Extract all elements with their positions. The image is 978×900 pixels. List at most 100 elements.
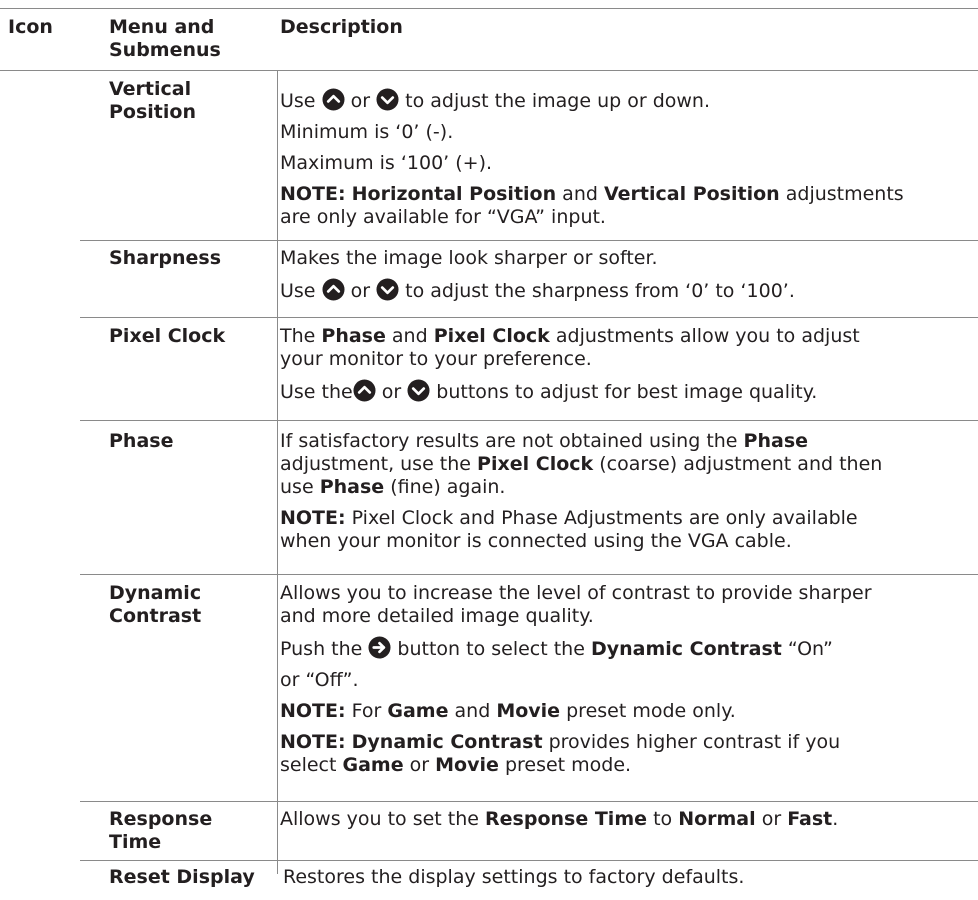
term: Phase bbox=[743, 430, 809, 452]
note-label: NOTE: bbox=[280, 700, 346, 722]
term: Phase bbox=[319, 476, 385, 498]
desc-line: Allows you to set the Response Time to N… bbox=[280, 808, 970, 831]
note-line: NOTE: Dynamic Contrast provides higher c… bbox=[280, 731, 970, 754]
note-label: NOTE: bbox=[280, 731, 346, 753]
text: use bbox=[280, 476, 314, 498]
desc-maximum: Maximum is ‘100’ (+). bbox=[280, 152, 493, 174]
header-description: Description bbox=[280, 16, 403, 38]
note-term: Horizontal Position bbox=[351, 183, 557, 205]
note-line: NOTE: For Game and Movie preset mode onl… bbox=[280, 700, 970, 723]
note-label: NOTE: bbox=[280, 507, 346, 529]
text: . bbox=[832, 808, 839, 830]
text: adjustment, use the bbox=[280, 453, 471, 475]
text-and: and bbox=[391, 325, 428, 347]
header-icon: Icon bbox=[8, 16, 53, 38]
table-header-rule bbox=[0, 70, 978, 71]
text: button to select the bbox=[397, 638, 585, 660]
note-text: adjustments bbox=[785, 183, 904, 205]
column-divider bbox=[277, 71, 278, 874]
note-text: preset mode. bbox=[504, 754, 632, 776]
desc-phase: If satisfactory results are not obtained… bbox=[280, 430, 970, 553]
table-top-rule bbox=[0, 8, 978, 9]
menu-label-line2: Position bbox=[109, 101, 196, 123]
term: Dynamic Contrast bbox=[590, 638, 782, 660]
text-use: Use bbox=[280, 280, 316, 302]
header-menu-line1: Menu and bbox=[109, 16, 215, 38]
chevron-down-circle-icon bbox=[376, 278, 399, 301]
settings-table: Icon Menu and Submenus Description Verti… bbox=[0, 0, 978, 900]
text: buttons to adjust for best image quality… bbox=[436, 381, 818, 403]
text-or: or bbox=[350, 280, 371, 302]
desc-line: The Phase and Pixel Clock adjustments al… bbox=[280, 325, 970, 348]
menu-dynamic-contrast: Dynamic Contrast bbox=[109, 582, 201, 628]
term: Fast bbox=[787, 808, 833, 830]
note-text: select bbox=[280, 754, 337, 776]
desc-line: Use or to adjust the sharpness from ‘0’ … bbox=[280, 278, 970, 303]
term: Pixel Clock bbox=[433, 325, 550, 347]
text: The bbox=[280, 325, 316, 347]
note-text: provides higher contrast if you bbox=[548, 731, 841, 753]
term: Response Time bbox=[485, 808, 648, 830]
text-and: and bbox=[454, 700, 491, 722]
text: Allows you to set the bbox=[280, 808, 479, 830]
desc-line: Restores the display settings to factory… bbox=[283, 866, 745, 888]
desc-sharpness: Makes the image look sharper or softer. … bbox=[280, 247, 970, 303]
text: “On” bbox=[787, 638, 833, 660]
text: Use the bbox=[280, 381, 353, 403]
desc-line: adjustment, use the Pixel Clock (coarse)… bbox=[280, 453, 970, 476]
desc-line: Makes the image look sharper or softer. bbox=[280, 247, 658, 269]
note-line: when your monitor is connected using the… bbox=[280, 530, 792, 552]
text-or: or bbox=[409, 754, 430, 776]
note-line: select Game or Movie preset mode. bbox=[280, 754, 970, 777]
desc-line: your monitor to your preference. bbox=[280, 348, 592, 370]
chevron-up-circle-icon bbox=[322, 278, 345, 301]
desc-pixel-clock: The Phase and Pixel Clock adjustments al… bbox=[280, 325, 970, 404]
text-or: or bbox=[381, 381, 402, 403]
note-text: Pixel Clock and Phase Adjustments are on… bbox=[351, 507, 858, 529]
desc-line: use Phase (fine) again. bbox=[280, 476, 970, 499]
desc-line: and more detailed image quality. bbox=[280, 605, 594, 627]
text: to bbox=[653, 808, 673, 830]
desc-line: Push the button to select the Dynamic Co… bbox=[280, 636, 970, 661]
menu-pixel-clock: Pixel Clock bbox=[109, 325, 226, 347]
desc-vertical-position: Use or to adjust the image up or down. M… bbox=[280, 88, 970, 229]
term: Normal bbox=[678, 808, 756, 830]
text-adjust: to adjust the sharpness from ‘0’ to ‘100… bbox=[405, 280, 795, 302]
note-term: Vertical Position bbox=[603, 183, 780, 205]
desc-line: Use or to adjust the image up or down. bbox=[280, 88, 970, 113]
row-divider bbox=[80, 420, 978, 421]
row-divider bbox=[80, 317, 978, 318]
row-divider bbox=[80, 801, 978, 802]
text-or: or bbox=[350, 90, 371, 112]
menu-vertical-position: Vertical Position bbox=[109, 78, 196, 124]
row-divider bbox=[80, 574, 978, 575]
desc-response-time: Allows you to set the Response Time to N… bbox=[280, 808, 970, 831]
term: Phase bbox=[321, 325, 386, 347]
term: Pixel Clock bbox=[477, 453, 594, 475]
menu-phase: Phase bbox=[109, 430, 174, 452]
chevron-up-circle-icon bbox=[322, 88, 345, 111]
desc-line: Use the or buttons to adjust for best im… bbox=[280, 379, 970, 404]
note-line: are only available for “VGA” input. bbox=[280, 206, 606, 228]
menu-label-line1: Dynamic bbox=[109, 582, 202, 604]
header-menu: Menu and Submenus bbox=[109, 16, 221, 62]
text: (fine) again. bbox=[390, 476, 506, 498]
text-and: and bbox=[562, 183, 598, 205]
note-text: preset mode only. bbox=[566, 700, 736, 722]
text: adjustments allow you to adjust bbox=[555, 325, 860, 347]
desc-minimum: Minimum is ‘0’ (-). bbox=[280, 121, 454, 143]
desc-line: Allows you to increase the level of cont… bbox=[280, 582, 872, 604]
menu-label-line2: Time bbox=[109, 831, 162, 853]
note-text: For bbox=[351, 700, 382, 722]
text-adjust: to adjust the image up or down. bbox=[405, 90, 711, 112]
arrow-right-circle-icon bbox=[368, 636, 391, 659]
text: Push the bbox=[280, 638, 363, 660]
term: Dynamic Contrast bbox=[351, 731, 543, 753]
term: Movie bbox=[496, 700, 561, 722]
desc-line: If satisfactory results are not obtained… bbox=[280, 430, 970, 453]
menu-response-time: Response Time bbox=[109, 808, 212, 854]
text: (coarse) adjustment and then bbox=[599, 453, 883, 475]
row-divider bbox=[80, 860, 978, 861]
header-menu-line2: Submenus bbox=[109, 39, 221, 61]
term: Game bbox=[387, 700, 449, 722]
